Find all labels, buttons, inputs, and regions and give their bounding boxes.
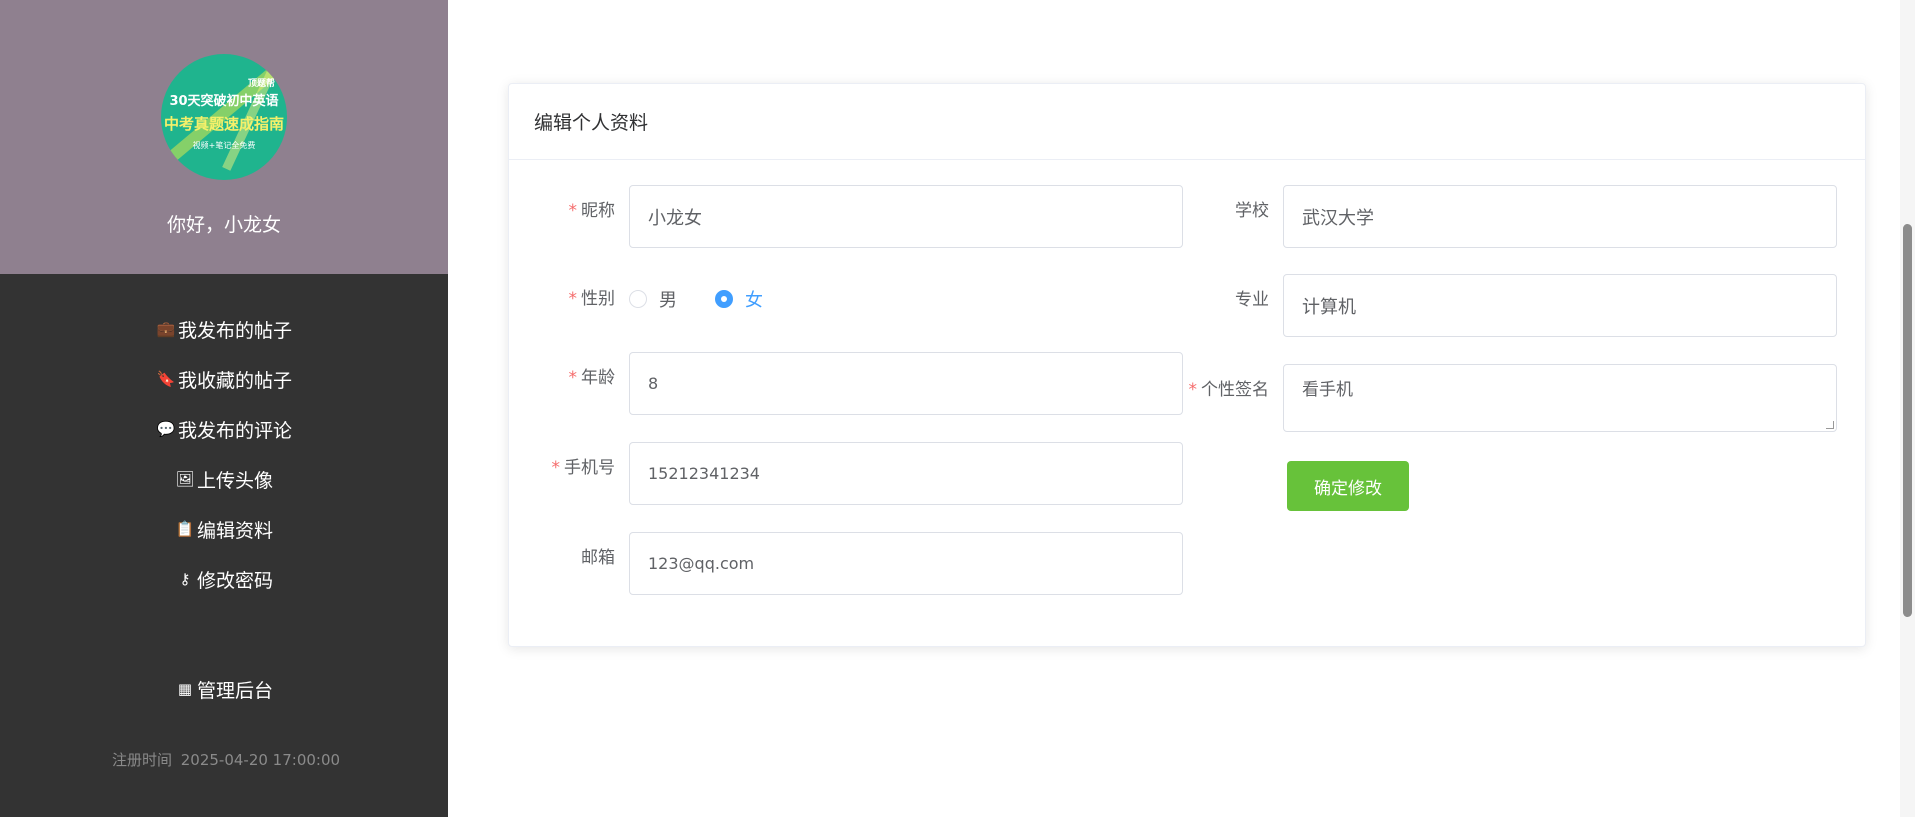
- signature-textarea[interactable]: 看手机: [1283, 364, 1837, 432]
- signature-label: 个性签名: [1201, 380, 1269, 400]
- briefcase-icon: 💼: [156, 320, 176, 338]
- nickname-field: * 昵称 小龙女: [519, 185, 1183, 248]
- email-label: 邮箱: [581, 548, 615, 568]
- radio-circle: [629, 290, 647, 308]
- school-field: 学校 武汉大学: [1173, 185, 1837, 248]
- menu-item-label: 我收藏的帖子: [177, 369, 292, 392]
- edit-profile-card: 编辑个人资料 * 昵称 小龙女 * 性别 男 女 * 年龄 8 * 手机号 152123…: [508, 83, 1866, 647]
- required-mark: *: [551, 458, 561, 478]
- nickname-label: 昵称: [581, 201, 615, 221]
- menu-item-label: 管理后台: [196, 679, 273, 702]
- gender-radio-group: 男 女: [629, 274, 801, 324]
- email-input[interactable]: 123@qq.com: [629, 532, 1183, 595]
- signature-text: 看手机: [1302, 380, 1353, 400]
- comment-icon: 💬: [156, 420, 176, 438]
- menu-item-label: 修改密码: [196, 569, 273, 592]
- profile-panel: 顶题帮 30天突破初中英语 中考真题速成指南 视频+笔记全免费 你好，小龙女: [0, 0, 448, 274]
- register-time-value: 2025-04-20 17:00:00: [180, 751, 341, 769]
- image-icon: 🖼: [175, 470, 195, 488]
- gender-radio-male[interactable]: 男: [629, 286, 677, 312]
- register-time: 注册时间 2025-04-20 17:00:00: [0, 749, 448, 770]
- menu-item-my-favorites[interactable]: 🔖 我收藏的帖子: [0, 354, 448, 404]
- required-mark: *: [1188, 380, 1198, 400]
- menu-item-my-posts[interactable]: 💼 我发布的帖子: [0, 304, 448, 354]
- signature-field: * 个性签名 看手机: [1173, 364, 1837, 432]
- avatar-text: 中考真题速成指南: [163, 114, 284, 133]
- register-time-label: 注册时间: [111, 751, 172, 769]
- bookmark-icon: 🔖: [156, 370, 176, 388]
- major-input[interactable]: 计算机: [1283, 274, 1837, 337]
- resize-handle-icon[interactable]: [1826, 421, 1834, 429]
- radio-label: 女: [745, 290, 763, 311]
- submit-button[interactable]: 确定修改: [1287, 461, 1409, 511]
- menu-item-label: 上传头像: [196, 469, 273, 492]
- menu-item-edit-profile[interactable]: 📋 编辑资料: [0, 504, 448, 554]
- menu-item-my-comments[interactable]: 💬 我发布的评论: [0, 404, 448, 454]
- avatar-text: 视频+笔记全免费: [192, 140, 256, 150]
- menu-item-change-password[interactable]: ⚷ 修改密码: [0, 554, 448, 604]
- menu-item-admin[interactable]: ▦ 管理后台: [0, 664, 448, 714]
- required-mark: *: [568, 368, 578, 388]
- school-input[interactable]: 武汉大学: [1283, 185, 1837, 248]
- age-label: 年龄: [581, 368, 615, 388]
- gender-field: * 性别 男 女: [519, 274, 801, 324]
- required-mark: *: [568, 201, 578, 221]
- phone-field: * 手机号 15212341234: [519, 442, 1183, 505]
- radio-label: 男: [659, 290, 677, 311]
- card-title: 编辑个人资料: [509, 84, 1865, 160]
- greeting: 你好，小龙女: [166, 214, 281, 236]
- menu-item-label: 我发布的评论: [177, 419, 292, 442]
- scrollbar-thumb[interactable]: [1903, 224, 1912, 617]
- phone-input[interactable]: 15212341234: [629, 442, 1183, 505]
- grid-icon: ▦: [177, 680, 193, 698]
- menu-item-label: 编辑资料: [196, 519, 273, 542]
- sidebar-menu: 💼 我发布的帖子 🔖 我收藏的帖子 💬 我发布的评论 🖼 上传头像 📋 编辑资料…: [0, 274, 448, 714]
- menu-item-label: 我发布的帖子: [177, 319, 292, 342]
- nickname-input[interactable]: 小龙女: [629, 185, 1183, 248]
- avatar-text: 顶题帮: [247, 79, 275, 89]
- major-field: 专业 计算机: [1173, 274, 1837, 337]
- sidebar: 顶题帮 30天突破初中英语 中考真题速成指南 视频+笔记全免费 你好，小龙女 💼…: [0, 0, 448, 817]
- required-mark: *: [568, 289, 578, 309]
- radio-circle: [715, 290, 733, 308]
- age-input[interactable]: 8: [629, 352, 1183, 415]
- gender-label: 性别: [581, 289, 615, 309]
- age-field: * 年龄 8: [519, 352, 1183, 415]
- avatar-text: 30天突破初中英语: [169, 93, 279, 109]
- submit-field: 确定修改: [1287, 461, 1409, 511]
- menu-item-upload-avatar[interactable]: 🖼 上传头像: [0, 454, 448, 504]
- major-label: 专业: [1235, 290, 1269, 310]
- phone-label: 手机号: [564, 458, 615, 478]
- email-field: 邮箱 123@qq.com: [519, 532, 1183, 595]
- avatar[interactable]: 顶题帮 30天突破初中英语 中考真题速成指南 视频+笔记全免费: [161, 54, 287, 180]
- page-scrollbar[interactable]: [1900, 0, 1915, 817]
- school-label: 学校: [1235, 201, 1269, 221]
- key-icon: ⚷: [179, 570, 191, 588]
- gender-radio-female[interactable]: 女: [715, 286, 763, 312]
- clipboard-icon: 📋: [175, 520, 195, 538]
